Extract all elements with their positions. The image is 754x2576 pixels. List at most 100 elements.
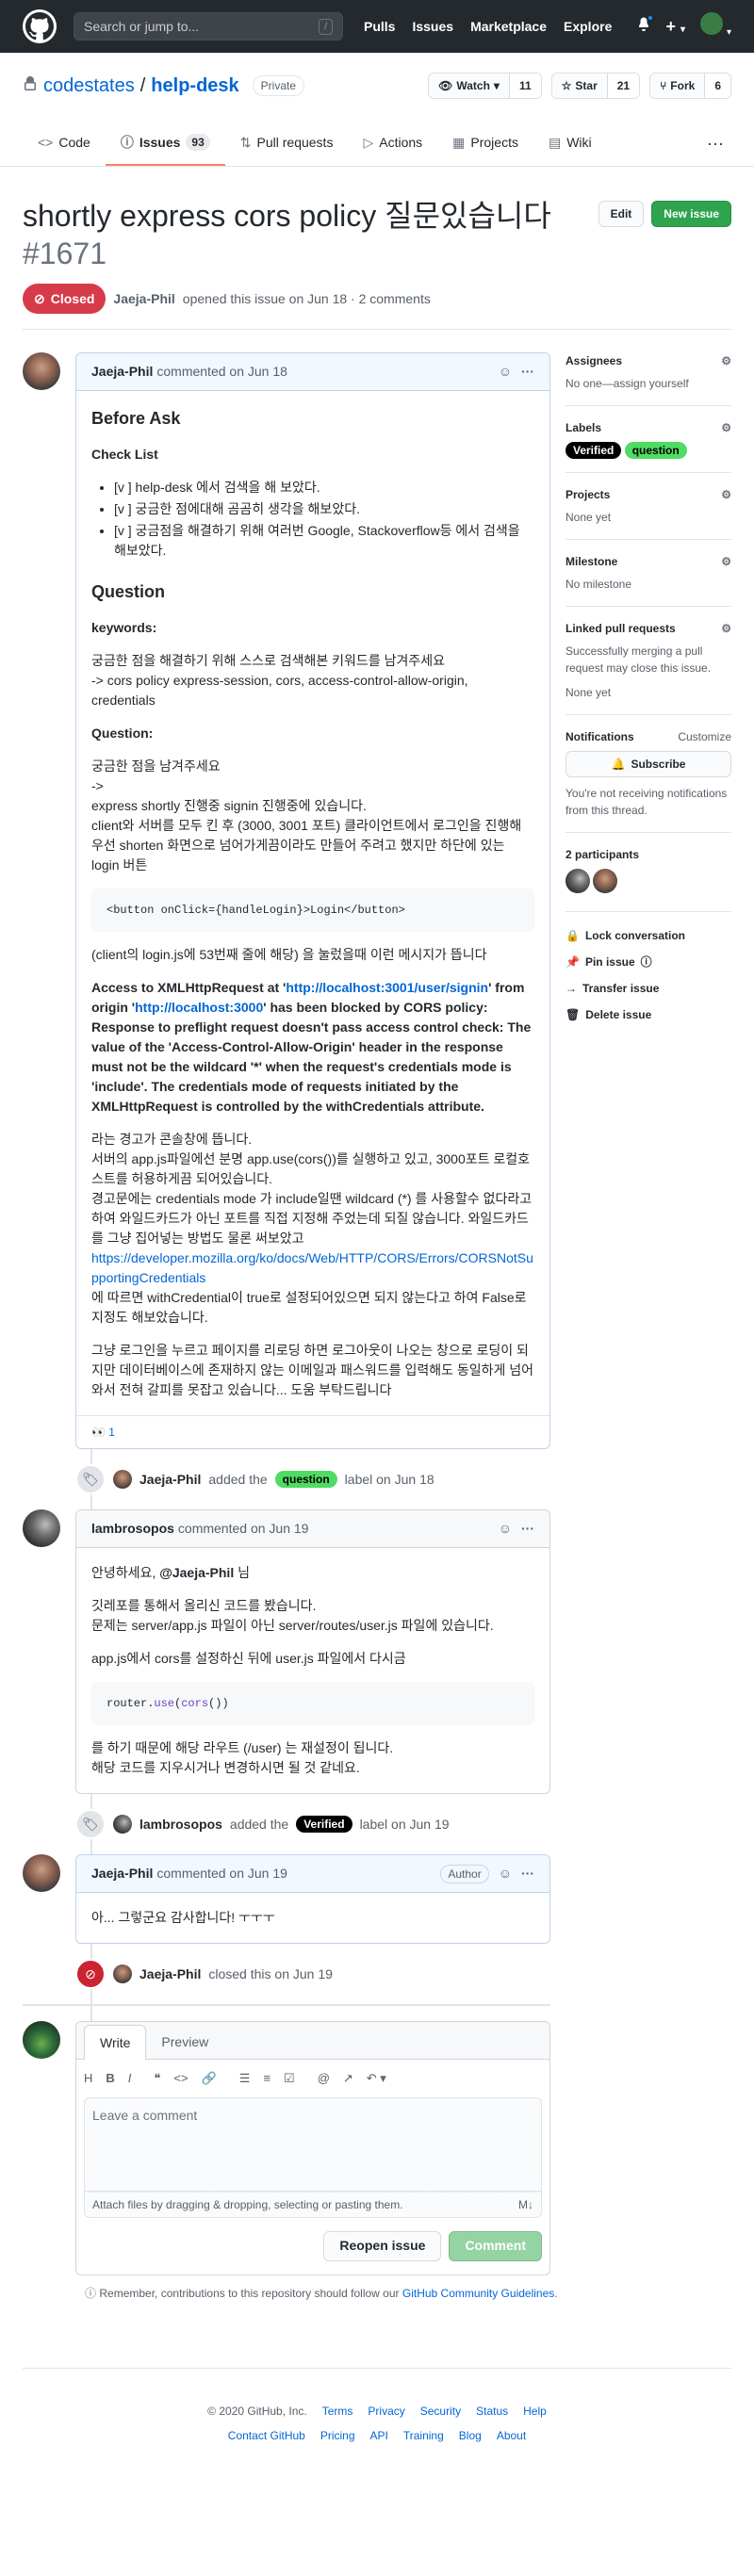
reply-icon[interactable]: ↶ ▾: [367, 2069, 386, 2088]
delete-issue-button[interactable]: 🗑 Delete issue: [566, 1006, 731, 1023]
tab-projects[interactable]: ▦ Projects: [437, 121, 533, 166]
label-question[interactable]: question: [624, 442, 687, 459]
avatar[interactable]: [23, 2021, 60, 2059]
label-verified[interactable]: Verified: [296, 1816, 352, 1833]
community-guidelines-link[interactable]: GitHub Community Guidelines: [402, 2287, 554, 2300]
quote-icon[interactable]: ❝: [154, 2069, 160, 2088]
lock-conversation-button[interactable]: 🔒 Lock conversation: [566, 927, 731, 944]
user-mention[interactable]: @Jaeja-Phil: [159, 1565, 234, 1580]
footer-link-privacy[interactable]: Privacy: [368, 2403, 404, 2420]
star-count[interactable]: 21: [607, 73, 640, 98]
kebab-menu-icon[interactable]: ···: [521, 362, 534, 382]
gear-icon[interactable]: ⚙: [721, 352, 731, 369]
participant-avatar[interactable]: [566, 869, 590, 893]
nav-explore[interactable]: Explore: [564, 17, 612, 37]
more-tabs-icon[interactable]: ···: [699, 121, 731, 166]
fork-button[interactable]: ⑂ Fork: [650, 73, 706, 98]
footer-link-about[interactable]: About: [497, 2427, 526, 2444]
event-actor-link[interactable]: Jaeja-Phil: [139, 1965, 201, 1984]
code-icon[interactable]: <>: [173, 2069, 188, 2088]
event-actor-link[interactable]: lambrosopos: [139, 1815, 222, 1834]
footer-link-contact[interactable]: Contact GitHub: [228, 2427, 305, 2444]
footer-link-help[interactable]: Help: [523, 2403, 547, 2420]
label-verified[interactable]: Verified: [566, 442, 622, 459]
watch-count[interactable]: 11: [509, 73, 541, 98]
comment-author-link[interactable]: Jaeja-Phil: [91, 362, 153, 382]
gear-icon[interactable]: ⚙: [721, 620, 731, 637]
footer-link-api[interactable]: API: [370, 2427, 388, 2444]
comment-timestamp[interactable]: commented on Jun 19: [156, 1864, 287, 1883]
comment-timestamp[interactable]: commented on Jun 19: [178, 1519, 309, 1539]
footer-link-training[interactable]: Training: [403, 2427, 444, 2444]
nav-issues[interactable]: Issues: [412, 17, 453, 37]
tab-code[interactable]: <> Code: [23, 121, 106, 166]
attach-files-bar[interactable]: Attach files by dragging & dropping, sel…: [84, 2191, 542, 2218]
assign-yourself-link[interactable]: No one—assign yourself: [566, 377, 689, 390]
mdn-link[interactable]: https://developer.mozilla.org/ko/docs/We…: [91, 1250, 533, 1285]
tab-issues[interactable]: ⓘ Issues 93: [105, 121, 225, 166]
comment-textarea[interactable]: Leave a comment: [84, 2096, 542, 2192]
unordered-list-icon[interactable]: ☰: [239, 2069, 251, 2088]
tab-preview[interactable]: Preview: [146, 2025, 223, 2059]
error-link-origin[interactable]: http://localhost:3000: [135, 1000, 263, 1015]
transfer-issue-button[interactable]: → Transfer issue: [566, 980, 731, 997]
watch-button[interactable]: 👁 Watch ▾: [429, 73, 510, 98]
customize-link[interactable]: Customize: [678, 728, 731, 745]
add-reaction-icon[interactable]: ☺: [499, 1864, 512, 1883]
bold-icon[interactable]: B: [106, 2069, 114, 2088]
avatar[interactable]: [23, 1854, 60, 1892]
create-new-menu[interactable]: + ▾: [666, 14, 686, 40]
nav-marketplace[interactable]: Marketplace: [470, 17, 547, 37]
notifications-bell-icon[interactable]: [636, 14, 654, 37]
footer-link-security[interactable]: Security: [420, 2403, 461, 2420]
add-reaction-icon[interactable]: ☺: [499, 362, 512, 382]
star-button[interactable]: ☆ Star: [551, 73, 608, 98]
error-link-signin[interactable]: http://localhost:3001/user/signin: [286, 980, 488, 995]
avatar[interactable]: [113, 1470, 132, 1489]
footer-link-terms[interactable]: Terms: [322, 2403, 353, 2420]
avatar[interactable]: [23, 1509, 60, 1547]
pin-issue-button[interactable]: 📌 Pin issue ⓘ: [566, 954, 731, 970]
kebab-menu-icon[interactable]: ···: [521, 1519, 534, 1539]
reopen-issue-button[interactable]: Reopen issue: [323, 2230, 442, 2261]
nav-pulls[interactable]: Pulls: [364, 17, 395, 37]
comment-author-link[interactable]: lambrosopos: [91, 1519, 174, 1539]
task-list-icon[interactable]: ☑: [284, 2069, 295, 2088]
ordered-list-icon[interactable]: ≡: [263, 2069, 270, 2088]
github-logo-icon[interactable]: [23, 9, 57, 43]
gear-icon[interactable]: ⚙: [721, 419, 731, 436]
edit-title-button[interactable]: Edit: [598, 201, 645, 227]
search-input[interactable]: Search or jump to... /: [74, 12, 343, 41]
avatar[interactable]: [23, 352, 60, 390]
label-question[interactable]: question: [274, 1471, 337, 1488]
gear-icon[interactable]: ⚙: [721, 486, 731, 503]
tab-pull-requests[interactable]: ⇅ Pull requests: [225, 121, 349, 166]
gear-icon[interactable]: ⚙: [721, 553, 731, 570]
user-menu[interactable]: ▾: [700, 12, 731, 41]
comment-submit-button[interactable]: Comment: [449, 2230, 542, 2261]
cross-reference-icon[interactable]: ↗: [343, 2069, 353, 2088]
comment-author-link[interactable]: Jaeja-Phil: [91, 1864, 153, 1883]
tab-wiki[interactable]: ▤ Wiki: [533, 121, 607, 166]
comment-timestamp[interactable]: commented on Jun 18: [156, 362, 287, 382]
italic-icon[interactable]: I: [128, 2069, 132, 2088]
participant-avatar[interactable]: [593, 869, 618, 893]
footer-link-status[interactable]: Status: [476, 2403, 508, 2420]
avatar[interactable]: [113, 1815, 132, 1834]
repo-name-link[interactable]: help-desk: [151, 72, 238, 100]
add-reaction-icon[interactable]: ☺: [499, 1519, 512, 1539]
footer-link-blog[interactable]: Blog: [459, 2427, 482, 2444]
reaction-eyes-button[interactable]: 👀 1: [91, 1424, 115, 1441]
new-issue-button[interactable]: New issue: [651, 201, 731, 227]
issue-author-link[interactable]: Jaeja-Phil: [113, 289, 174, 309]
kebab-menu-icon[interactable]: ···: [521, 1864, 534, 1883]
mention-icon[interactable]: @: [318, 2069, 330, 2088]
tab-write[interactable]: Write: [84, 2025, 147, 2060]
footer-link-pricing[interactable]: Pricing: [320, 2427, 355, 2444]
link-icon[interactable]: 🔗: [202, 2069, 217, 2088]
heading-icon[interactable]: H: [84, 2069, 92, 2088]
repo-owner-link[interactable]: codestates: [43, 72, 135, 100]
subscribe-button[interactable]: 🔔 Subscribe: [566, 751, 731, 777]
tab-actions[interactable]: ▷ Actions: [348, 121, 437, 166]
event-actor-link[interactable]: Jaeja-Phil: [139, 1470, 201, 1490]
